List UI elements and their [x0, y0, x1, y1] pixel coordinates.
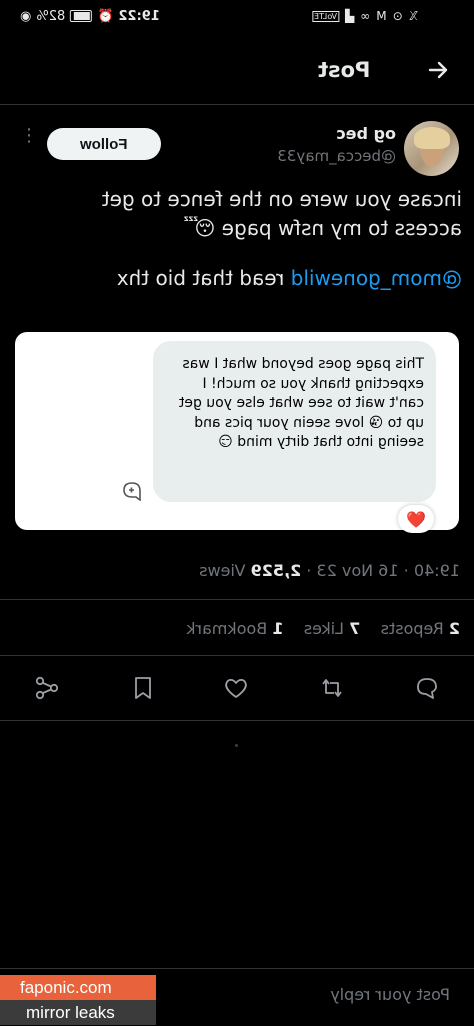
message-icon: ⊙: [392, 9, 403, 23]
volte-icon: VoLTE: [312, 10, 340, 22]
repost-button[interactable]: [318, 674, 346, 702]
heart-reaction-badge: ❤️: [398, 505, 434, 533]
eye-icon: ◉: [20, 8, 32, 24]
repost-icon: [322, 679, 342, 697]
share-icon: [35, 676, 59, 700]
author-handle[interactable]: @becca_may33: [250, 145, 396, 167]
reply-arrow-icon: [120, 479, 144, 502]
post-after-mention: read that bio thx: [116, 266, 291, 290]
reposts-stat[interactable]: 2 Reposts: [381, 619, 460, 638]
back-button[interactable]: [424, 54, 452, 86]
comment-icon: [417, 678, 437, 699]
mention-link[interactable]: @mom_gonewild: [291, 266, 462, 290]
likes-stat[interactable]: 7 Likes: [304, 619, 360, 638]
gmail-icon: M: [376, 9, 387, 23]
action-bar: [0, 668, 474, 708]
reply-input[interactable]: Post your reply: [320, 985, 450, 1004]
cellular-icon: ▟: [345, 9, 355, 23]
share-button[interactable]: [33, 674, 61, 702]
heart-icon: [225, 678, 247, 698]
divider: [0, 655, 474, 656]
views-label: Views: [199, 561, 246, 580]
author-display-name[interactable]: og bec: [250, 123, 396, 145]
avatar[interactable]: [404, 121, 459, 176]
page-title-wrap: Post: [318, 54, 370, 86]
like-button[interactable]: [222, 674, 250, 702]
author-info: og bec @becca_may33: [250, 123, 396, 167]
post-line-3: @mom_gonewild read that bio thx: [72, 264, 462, 293]
loading-dot: [235, 744, 238, 747]
x-app-icon: 𝕏: [408, 9, 419, 23]
post-line-1: incase you were on the fence to get: [101, 187, 462, 211]
message-bubble: This page goes beyond what I was expecti…: [153, 341, 436, 502]
watermark: faponic.com mirror leaks: [0, 975, 156, 1025]
post-meta: 19:40 · 16 Nov 23 · 2,529 Views: [199, 561, 460, 580]
header: Post: [0, 40, 474, 105]
watermark-tagline: mirror leaks: [0, 1000, 156, 1025]
divider: [0, 720, 474, 721]
status-bar: 19:22 ⏰ 82% ◉ 𝕏 ⊙ M ∞ ▟ VoLTE: [0, 0, 474, 34]
bookmark-icon: [135, 677, 151, 699]
arrow-back-icon: [428, 61, 448, 79]
more-options-icon[interactable]: ⋮: [20, 127, 38, 145]
status-time: 19:22: [118, 8, 160, 24]
post-time: 19:40: [413, 561, 460, 580]
post-text: incase you were on the fence to get acce…: [72, 185, 462, 293]
post-stats: 2 Reposts 7 Likes 1 Bookmark: [165, 618, 460, 640]
watermark-site: faponic.com: [0, 975, 156, 1000]
status-left: 19:22 ⏰ 82% ◉: [20, 6, 160, 26]
bookmarks-stat[interactable]: 1 Bookmark: [186, 619, 283, 638]
page-title: Post: [318, 58, 371, 82]
battery-percent: 82%: [36, 8, 66, 24]
bookmark-button[interactable]: [129, 674, 157, 702]
follow-label: Follow: [80, 135, 128, 153]
post-line-2: access to my nsfw page 😴: [183, 216, 462, 240]
follow-button[interactable]: Follow: [47, 128, 161, 160]
battery-icon: [70, 10, 93, 22]
reply-button[interactable]: [413, 674, 441, 702]
post-date: 16 Nov 23: [316, 561, 399, 580]
views-count: 2,529: [250, 561, 302, 580]
divider: [0, 599, 474, 600]
status-right: 𝕏 ⊙ M ∞ ▟ VoLTE: [312, 6, 418, 26]
alarm-icon: ⏰: [97, 8, 114, 24]
message-text: This page goes beyond what I was expecti…: [178, 356, 424, 450]
infinity-icon: ∞: [360, 9, 371, 23]
